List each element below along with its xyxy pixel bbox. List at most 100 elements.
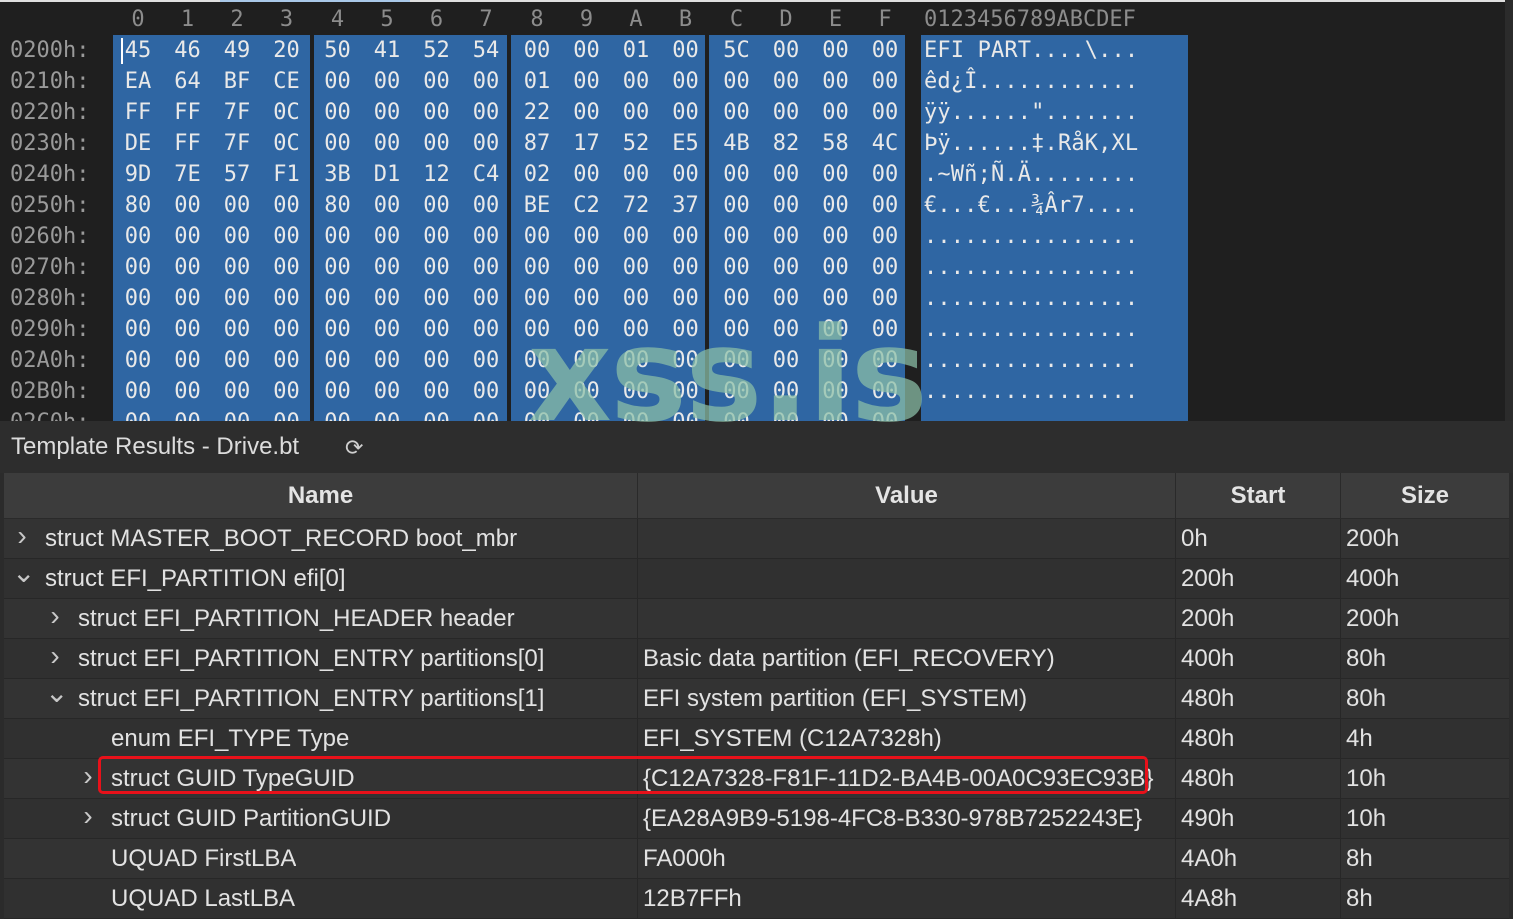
hex-byte[interactable]: 00 (567, 97, 607, 128)
refresh-icon[interactable]: ⟳ (345, 435, 363, 461)
hex-byte[interactable]: 58 (816, 128, 856, 159)
hex-byte[interactable]: 41 (367, 35, 407, 66)
hex-byte[interactable]: FF (168, 97, 208, 128)
hex-byte[interactable]: BE (517, 190, 557, 221)
hex-byte[interactable]: 00 (466, 252, 506, 283)
hex-byte[interactable]: 50 (318, 35, 358, 66)
column-header-name[interactable]: Name (4, 473, 638, 518)
hex-byte[interactable]: 00 (766, 221, 806, 252)
hex-byte[interactable]: 12 (417, 159, 457, 190)
hex-byte[interactable]: 80 (118, 190, 158, 221)
hex-byte[interactable]: 00 (466, 314, 506, 345)
hex-byte[interactable]: 52 (616, 128, 656, 159)
hex-byte[interactable]: 00 (217, 376, 257, 407)
hex-scrollbar[interactable] (1505, 0, 1509, 421)
ascii-text[interactable]: ................ (924, 283, 1138, 314)
hex-byte[interactable]: 00 (466, 376, 506, 407)
hex-byte[interactable]: 37 (666, 190, 706, 221)
hex-byte[interactable]: 00 (318, 345, 358, 376)
hex-byte[interactable]: 00 (466, 221, 506, 252)
hex-byte[interactable]: 00 (367, 376, 407, 407)
hex-byte[interactable]: 00 (517, 221, 557, 252)
hex-byte[interactable]: 17 (567, 128, 607, 159)
hex-byte[interactable]: 00 (717, 66, 757, 97)
hex-byte[interactable]: 64 (168, 66, 208, 97)
hex-byte[interactable]: 00 (766, 97, 806, 128)
hex-byte[interactable]: 00 (517, 252, 557, 283)
hex-byte[interactable]: 7F (217, 97, 257, 128)
ascii-text[interactable]: .~Wñ;Ñ.Ä........ (924, 159, 1138, 190)
hex-byte[interactable]: 00 (816, 190, 856, 221)
hex-byte[interactable]: 00 (466, 345, 506, 376)
hex-byte[interactable]: E5 (666, 128, 706, 159)
chevron-right-icon[interactable]: › (45, 636, 65, 675)
hex-byte[interactable]: 00 (816, 252, 856, 283)
hex-byte[interactable]: 00 (417, 283, 457, 314)
hex-byte[interactable]: 00 (367, 407, 407, 421)
hex-byte[interactable]: 00 (417, 345, 457, 376)
hex-byte[interactable]: 00 (168, 376, 208, 407)
hex-byte[interactable]: 00 (865, 190, 905, 221)
hex-byte[interactable]: 5C (717, 35, 757, 66)
hex-byte[interactable]: 00 (267, 376, 307, 407)
hex-byte[interactable]: 00 (318, 407, 358, 421)
hex-byte[interactable]: 00 (816, 35, 856, 66)
column-header-start[interactable]: Start (1176, 473, 1341, 518)
table-row[interactable]: UQUAD LastLBA 12B7FFh 4A8h 8h (4, 879, 1509, 919)
hex-byte[interactable]: 00 (417, 190, 457, 221)
hex-byte[interactable]: 00 (865, 221, 905, 252)
hex-byte[interactable]: 00 (267, 345, 307, 376)
ascii-text[interactable]: Þÿ......‡.RåK,XL (924, 128, 1138, 159)
hex-byte[interactable]: 00 (217, 314, 257, 345)
hex-byte[interactable]: 00 (367, 128, 407, 159)
hex-byte[interactable]: 00 (318, 283, 358, 314)
hex-byte[interactable]: 00 (865, 97, 905, 128)
hex-byte[interactable]: 00 (616, 159, 656, 190)
hex-byte[interactable]: 00 (168, 314, 208, 345)
ascii-text[interactable]: êd¿Î............ (924, 66, 1138, 97)
hex-byte[interactable]: 9D (118, 159, 158, 190)
table-row[interactable]: ⌄ struct EFI_PARTITION_ENTRY partitions[1… (4, 677, 1509, 719)
table-row[interactable]: › struct EFI_PARTITION_HEADER header 200h 2… (4, 599, 1509, 639)
hex-byte[interactable]: 57 (217, 159, 257, 190)
hex-byte[interactable]: 00 (217, 190, 257, 221)
hex-byte[interactable]: 00 (417, 221, 457, 252)
table-row[interactable]: ⌄ struct EFI_PARTITION efi[0] 200h 400h (4, 557, 1509, 599)
hex-byte[interactable]: 00 (567, 252, 607, 283)
hex-byte[interactable]: 82 (766, 128, 806, 159)
hex-byte[interactable]: 00 (168, 345, 208, 376)
hex-byte[interactable]: 00 (168, 283, 208, 314)
hex-byte[interactable]: 4B (717, 128, 757, 159)
hex-byte[interactable]: 00 (417, 66, 457, 97)
hex-byte[interactable]: 00 (567, 66, 607, 97)
hex-byte[interactable]: 3B (318, 159, 358, 190)
hex-byte[interactable]: 45 (118, 35, 158, 66)
hex-byte[interactable]: 00 (616, 66, 656, 97)
hex-byte[interactable]: 00 (466, 407, 506, 421)
hex-byte[interactable]: 00 (367, 97, 407, 128)
hex-byte[interactable]: 00 (367, 221, 407, 252)
hex-byte[interactable]: 00 (267, 252, 307, 283)
hex-byte[interactable]: 00 (766, 35, 806, 66)
hex-byte[interactable]: 7F (217, 128, 257, 159)
hex-byte[interactable]: 00 (466, 128, 506, 159)
ascii-text[interactable]: ................ (924, 314, 1138, 345)
hex-byte[interactable]: 00 (367, 314, 407, 345)
hex-byte[interactable]: 00 (118, 376, 158, 407)
ascii-text[interactable]: ................ (924, 345, 1138, 376)
hex-byte[interactable]: C2 (567, 190, 607, 221)
hex-byte[interactable]: 00 (816, 159, 856, 190)
hex-byte[interactable]: 00 (717, 252, 757, 283)
hex-byte[interactable]: 00 (616, 221, 656, 252)
hex-byte[interactable]: 00 (766, 190, 806, 221)
hex-byte[interactable]: 00 (168, 190, 208, 221)
hex-byte[interactable]: 00 (217, 283, 257, 314)
hex-byte[interactable]: DE (118, 128, 158, 159)
hex-byte[interactable]: 00 (217, 252, 257, 283)
hex-byte[interactable]: 00 (666, 159, 706, 190)
hex-byte[interactable]: 00 (865, 66, 905, 97)
hex-byte[interactable]: 49 (217, 35, 257, 66)
hex-byte[interactable]: 00 (766, 159, 806, 190)
hex-byte[interactable]: 00 (367, 66, 407, 97)
hex-byte[interactable]: 00 (318, 314, 358, 345)
